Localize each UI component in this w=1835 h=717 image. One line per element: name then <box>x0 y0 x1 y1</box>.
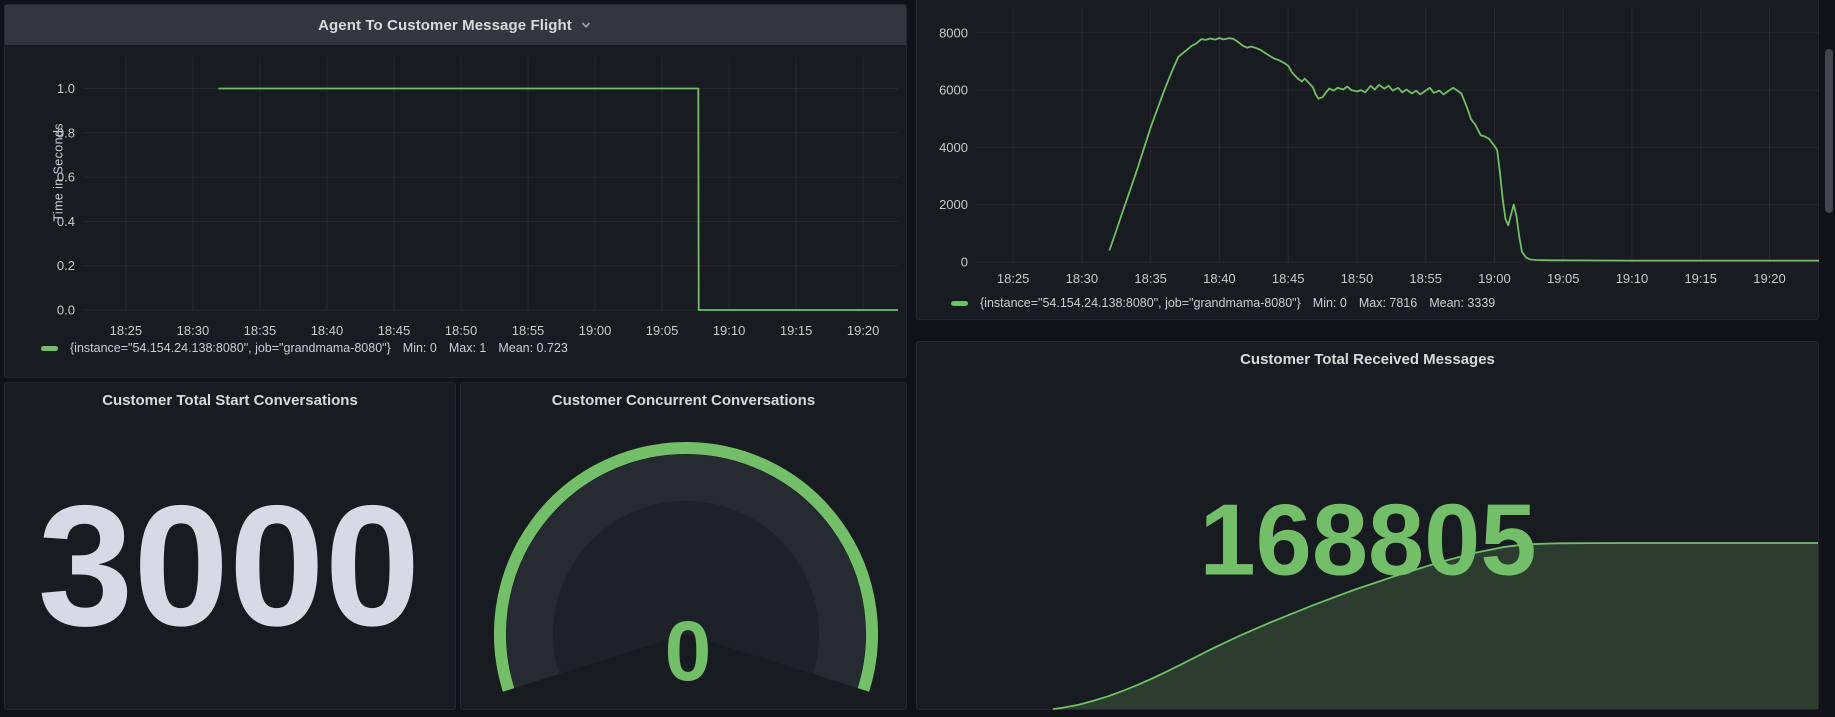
svg-text:8000: 8000 <box>939 25 968 40</box>
svg-text:18:30: 18:30 <box>1066 271 1099 286</box>
svg-text:0: 0 <box>961 255 968 270</box>
svg-text:19:05: 19:05 <box>1547 271 1580 286</box>
flight-line-chart[interactable]: 18:25 18:30 18:35 18:40 18:45 18:50 18:55 19:00… <box>5 5 908 379</box>
svg-text:19:15: 19:15 <box>1684 271 1717 286</box>
panel-title: Customer Total Start Conversations <box>5 392 455 409</box>
svg-text:19:05: 19:05 <box>646 323 679 338</box>
svg-text:0.4: 0.4 <box>57 214 75 229</box>
legend-series-label[interactable]: {instance="54.154.24.138:8080", job="gra… <box>70 341 391 355</box>
svg-text:0.2: 0.2 <box>57 258 75 273</box>
panel-concurrent-conversations[interactable]: Customer Concurrent Conversations 0 <box>460 382 907 710</box>
legend-flight: {instance="54.154.24.138:8080", job="gra… <box>41 341 568 355</box>
svg-text:18:50: 18:50 <box>445 323 478 338</box>
stat-value: 3000 <box>38 480 421 652</box>
svg-text:18:35: 18:35 <box>1134 271 1167 286</box>
panel-agent-flight: Agent To Customer Message Flight Time in… <box>4 4 907 378</box>
panel-start-conversations[interactable]: Customer Total Start Conversations 3000 <box>4 382 456 710</box>
panel-received-rate: 18:25 18:30 18:35 18:40 18:45 18:50 18:55 19:00… <box>916 0 1819 320</box>
svg-text:4000: 4000 <box>939 140 968 155</box>
svg-text:2000: 2000 <box>939 197 968 212</box>
series-color-dash <box>41 346 58 351</box>
panel-title: Customer Total Received Messages <box>917 351 1818 368</box>
legend-stat-mean[interactable]: Mean: 3339 <box>1429 296 1495 310</box>
svg-text:18:55: 18:55 <box>512 323 545 338</box>
svg-text:1.0: 1.0 <box>57 81 75 96</box>
panel-received-messages[interactable]: Customer Total Received Messages 168805 <box>916 341 1819 710</box>
legend-series-label[interactable]: {instance="54.154.24.138:8080", job="gra… <box>980 296 1301 310</box>
series-color-dash <box>951 301 968 306</box>
svg-text:19:00: 19:00 <box>1478 271 1511 286</box>
svg-text:19:20: 19:20 <box>847 323 880 338</box>
svg-text:18:45: 18:45 <box>378 323 411 338</box>
vertical-scrollbar-thumb[interactable] <box>1825 49 1833 213</box>
svg-text:18:50: 18:50 <box>1341 271 1374 286</box>
svg-text:0.6: 0.6 <box>57 170 75 185</box>
svg-text:0.0: 0.0 <box>57 303 75 318</box>
svg-text:18:55: 18:55 <box>1409 271 1442 286</box>
legend-stat-min[interactable]: Min: 0 <box>1313 296 1347 310</box>
svg-text:6000: 6000 <box>939 83 968 98</box>
svg-text:19:20: 19:20 <box>1753 271 1786 286</box>
gauge-value: 0 <box>665 609 712 693</box>
svg-text:18:30: 18:30 <box>177 323 210 338</box>
stat-value: 168805 <box>1199 491 1536 592</box>
svg-text:18:40: 18:40 <box>311 323 344 338</box>
legend-stat-mean[interactable]: Mean: 0.723 <box>498 341 568 355</box>
svg-text:18:40: 18:40 <box>1203 271 1236 286</box>
svg-text:19:00: 19:00 <box>579 323 612 338</box>
svg-text:19:10: 19:10 <box>1616 271 1649 286</box>
received-rate-line-chart[interactable]: 18:25 18:30 18:35 18:40 18:45 18:50 18:55 19:00… <box>917 0 1820 320</box>
svg-text:18:25: 18:25 <box>997 271 1030 286</box>
svg-text:18:45: 18:45 <box>1272 271 1305 286</box>
svg-text:19:10: 19:10 <box>713 323 746 338</box>
legend-stat-max[interactable]: Max: 1 <box>449 341 487 355</box>
svg-text:0.8: 0.8 <box>57 125 75 140</box>
legend-received-rate: {instance="54.154.24.138:8080", job="gra… <box>951 296 1495 310</box>
legend-stat-min[interactable]: Min: 0 <box>403 341 437 355</box>
svg-text:19:15: 19:15 <box>780 323 813 338</box>
legend-stat-max[interactable]: Max: 7816 <box>1359 296 1417 310</box>
svg-text:18:35: 18:35 <box>244 323 277 338</box>
svg-text:18:25: 18:25 <box>110 323 143 338</box>
